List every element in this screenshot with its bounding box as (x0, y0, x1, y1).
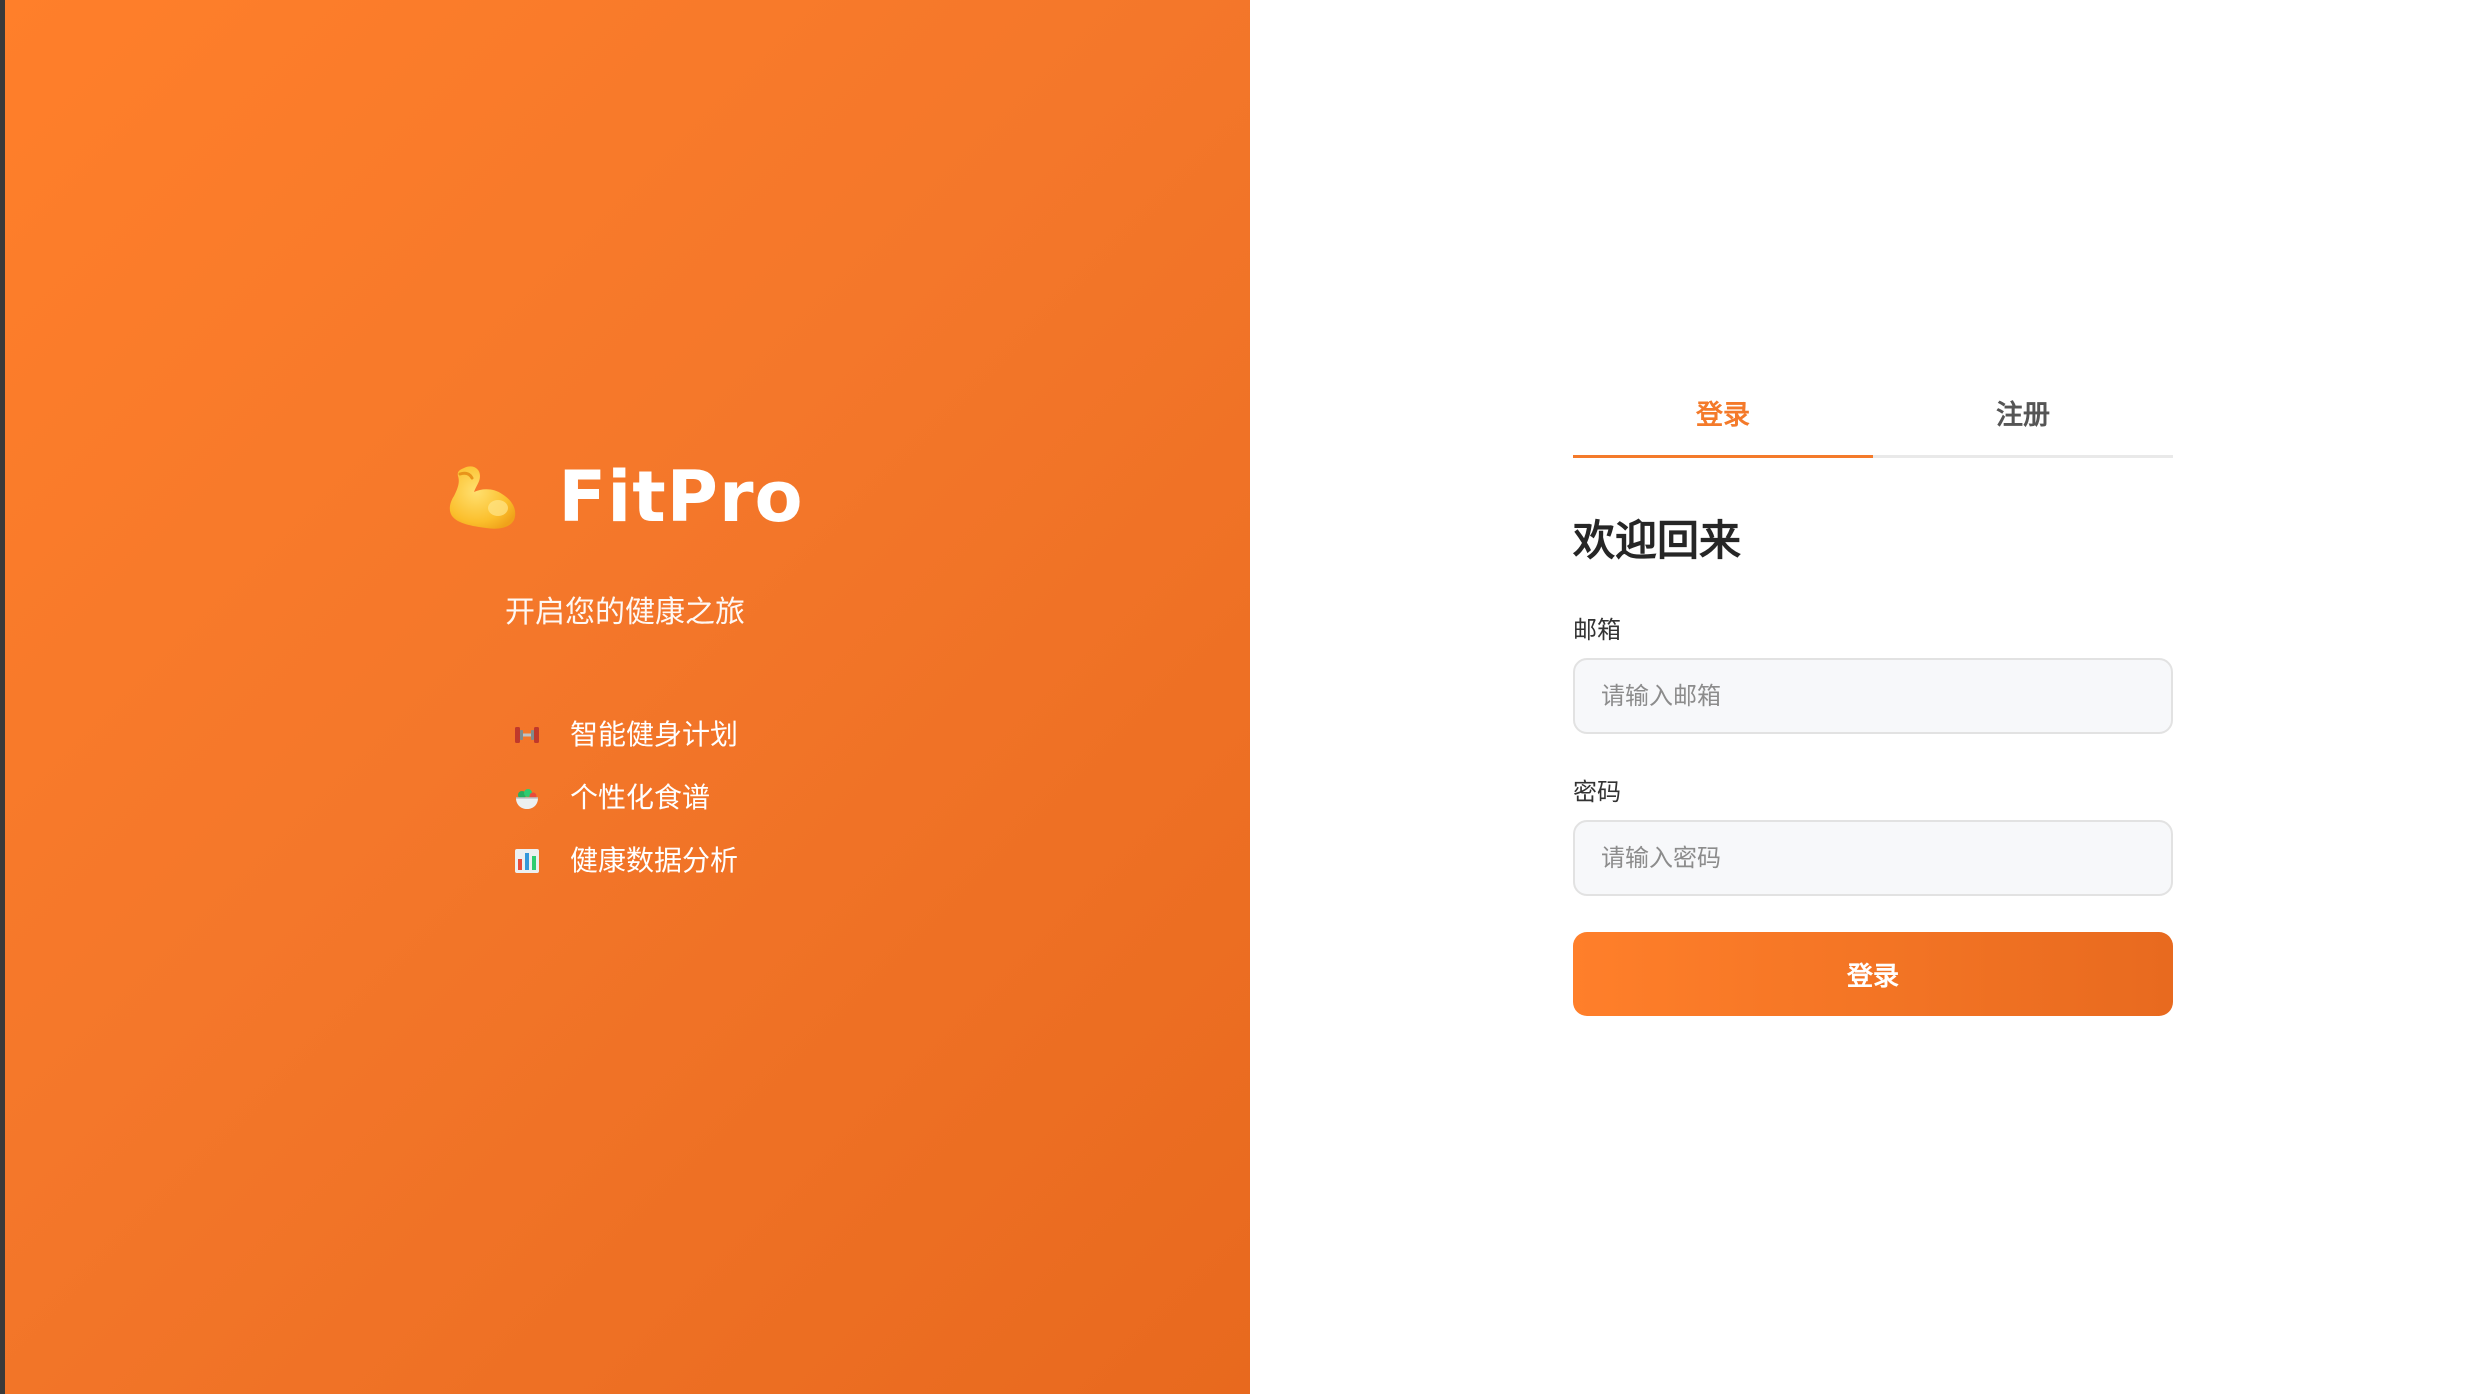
feature-item-health-analytics: 健康数据分析 (512, 846, 738, 876)
brand-content: FitPro 开启您的健康之旅 智能健身计划 个性化食谱 健康数据分析 (446, 462, 803, 876)
form-panel: 登录 注册 欢迎回来 邮箱 密码 登录 (1250, 0, 2491, 1394)
email-field[interactable] (1573, 658, 2173, 734)
tab-register[interactable]: 注册 (1873, 380, 2173, 455)
page-title: 欢迎回来 (1573, 516, 1742, 565)
login-button[interactable]: 登录 (1573, 932, 2173, 1016)
feature-item-fitness-plan: 智能健身计划 (512, 720, 738, 750)
auth-card: 登录 注册 欢迎回来 邮箱 密码 登录 (1573, 380, 2173, 1016)
login-page: FitPro 开启您的健康之旅 智能健身计划 个性化食谱 健康数据分析 登录 注… (0, 0, 2491, 1394)
brand-panel: FitPro 开启您的健康之旅 智能健身计划 个性化食谱 健康数据分析 (0, 0, 1250, 1394)
password-label: 密码 (1573, 778, 1621, 806)
feature-label: 个性化食谱 (569, 781, 710, 814)
bar-chart-icon (512, 846, 542, 876)
feature-item-recipes: 个性化食谱 (512, 783, 738, 813)
brand-name: FitPro (558, 456, 804, 538)
salad-bowl-icon (512, 783, 542, 813)
brand-tagline: 开启您的健康之旅 (504, 595, 745, 630)
dumbbell-icon (512, 720, 542, 750)
tab-login[interactable]: 登录 (1573, 380, 1873, 458)
feature-label: 健康数据分析 (569, 844, 738, 877)
feature-list: 智能健身计划 个性化食谱 健康数据分析 (512, 720, 738, 876)
feature-label: 智能健身计划 (569, 718, 738, 751)
password-field[interactable] (1573, 820, 2173, 896)
flexed-biceps-icon (450, 466, 516, 529)
email-label: 邮箱 (1573, 616, 1621, 644)
brand-logo: FitPro (446, 462, 803, 532)
auth-tabs: 登录 注册 (1573, 380, 2173, 458)
